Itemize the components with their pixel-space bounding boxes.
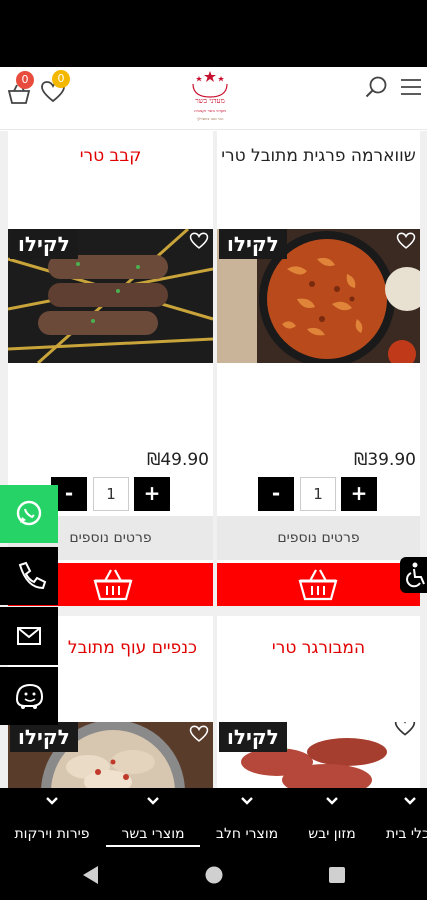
waze-button[interactable] — [0, 667, 58, 725]
product-price: ₪39.90 — [354, 450, 416, 470]
wishlist-count-badge: 0 — [52, 70, 70, 88]
chevron-down-icon — [147, 797, 159, 805]
quantity-increase-button[interactable]: + — [134, 477, 170, 511]
product-price: ₪49.90 — [147, 450, 209, 470]
wishlist-heart-icon[interactable] — [394, 722, 416, 742]
category-label: מוצרי בשר — [106, 826, 200, 847]
email-button[interactable] — [0, 607, 58, 665]
system-nav-bar — [0, 848, 427, 900]
status-bar — [0, 0, 427, 67]
chevron-down-icon — [46, 797, 58, 805]
product-card: המבורגר טרי לקילו — [217, 616, 420, 788]
category-label: פירות וירקות — [14, 826, 90, 842]
category-dry-food[interactable]: מזון יבש — [294, 788, 370, 848]
accessibility-button[interactable] — [400, 557, 427, 593]
category-label: מזון יבש — [308, 826, 356, 842]
chevron-down-icon — [241, 797, 253, 805]
add-to-cart-button[interactable] — [217, 563, 420, 606]
per-kilo-tag: לקילו — [10, 229, 78, 259]
product-title[interactable]: קבב טרי — [8, 142, 213, 170]
category-fruits-vegetables[interactable]: פירות וירקות — [4, 788, 100, 848]
phone-icon — [18, 561, 47, 590]
category-meat-products[interactable]: מוצרי בשר — [106, 788, 200, 848]
product-grid: שווארמה פרגית מתובל טרי לקילו ₪39.90 - 1… — [0, 131, 427, 788]
envelope-icon — [17, 627, 41, 645]
quantity-input[interactable]: 1 — [300, 477, 336, 511]
search-icon[interactable] — [364, 74, 390, 100]
more-details-button[interactable]: פרטים נוספים — [217, 516, 420, 560]
recents-icon[interactable] — [329, 867, 345, 883]
product-card: שווארמה פרגית מתובל טרי לקילו ₪39.90 - 1… — [217, 131, 420, 606]
chevron-down-icon — [404, 797, 416, 805]
hamburger-menu-icon[interactable] — [399, 75, 423, 99]
product-image[interactable]: לקילו — [217, 722, 420, 788]
basket-icon — [298, 569, 338, 601]
wishlist-heart-icon[interactable] — [189, 724, 209, 748]
product-title[interactable]: שווארמה פרגית מתובל טרי — [217, 142, 420, 170]
phone-button[interactable] — [0, 547, 58, 605]
product-image[interactable]: לקילו — [217, 229, 420, 363]
per-kilo-tag: לקילו — [219, 722, 287, 752]
whatsapp-icon — [16, 500, 42, 526]
chevron-down-icon — [326, 797, 338, 805]
store-logo[interactable]: מעדני בשר מעדני בשר וקצביה הכי טוב בשביל… — [185, 70, 235, 126]
quantity-decrease-button[interactable]: - — [258, 477, 294, 511]
logo-name: מעדני בשר — [195, 97, 225, 105]
wishlist-heart-icon[interactable] — [189, 231, 209, 255]
accessibility-icon — [406, 562, 425, 588]
wishlist-heart-icon[interactable] — [396, 231, 416, 255]
category-household[interactable]: כלי בית — [376, 788, 427, 848]
waze-icon — [15, 683, 44, 709]
product-title[interactable]: המבורגר טרי — [217, 634, 420, 662]
home-icon[interactable] — [205, 866, 223, 884]
product-image[interactable]: לקילו — [8, 229, 213, 363]
app-screen: 0 0 מעדני בשר מעדני בשר וקצביה הכי טוב ב… — [0, 0, 427, 900]
quantity-input[interactable]: 1 — [93, 477, 129, 511]
basket-icon — [93, 569, 133, 601]
back-icon[interactable] — [83, 866, 98, 884]
logo-tagline-secondary: הכי טוב בשבילך — [196, 116, 224, 121]
cart-count-badge: 0 — [16, 71, 34, 89]
category-nav: פירות וירקות מוצרי בשר מוצרי חלב מזון יב… — [0, 788, 427, 848]
category-label: מוצרי חלב — [215, 826, 279, 842]
category-dairy-products[interactable]: מוצרי חלב — [206, 788, 288, 848]
category-label: כלי בית — [386, 826, 427, 842]
per-kilo-tag: לקילו — [10, 722, 78, 752]
header: 0 0 מעדני בשר מעדני בשר וקצביה הכי טוב ב… — [0, 67, 427, 130]
quantity-increase-button[interactable]: + — [341, 477, 377, 511]
whatsapp-button[interactable] — [0, 485, 58, 543]
per-kilo-tag: לקילו — [219, 229, 287, 259]
logo-tagline: מעדני בשר וקצביה — [194, 108, 226, 113]
product-image[interactable]: לקילו — [8, 722, 213, 788]
